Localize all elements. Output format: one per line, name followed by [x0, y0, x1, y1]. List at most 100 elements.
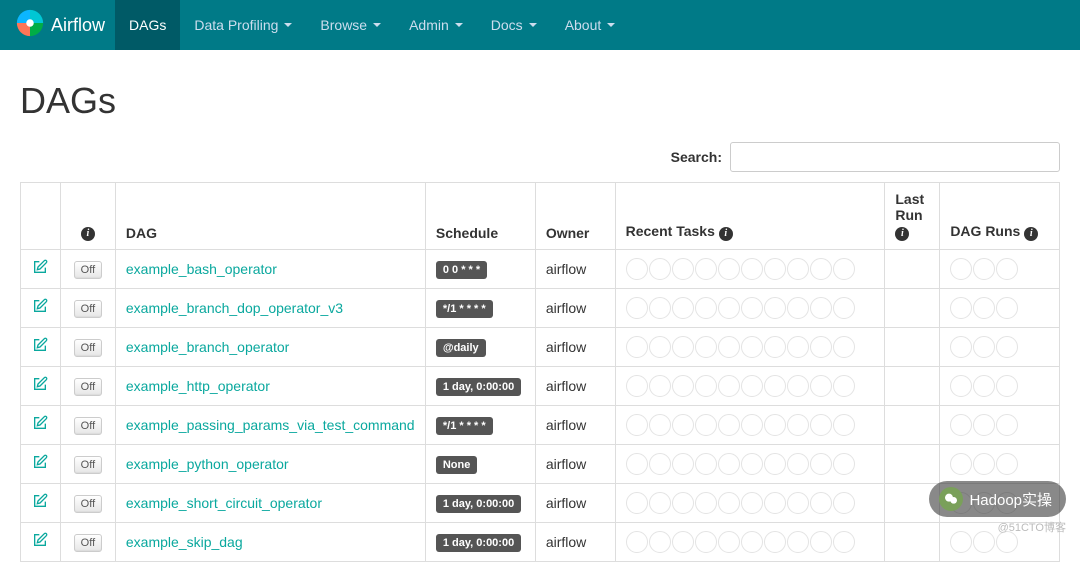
- status-circle[interactable]: [764, 492, 786, 514]
- status-circle[interactable]: [973, 492, 995, 514]
- nav-item-docs[interactable]: Docs: [477, 0, 551, 50]
- status-circle[interactable]: [741, 414, 763, 436]
- status-circle[interactable]: [810, 297, 832, 319]
- search-input[interactable]: [730, 142, 1060, 172]
- toggle-off-button[interactable]: Off: [74, 417, 102, 435]
- toggle-off-button[interactable]: Off: [74, 300, 102, 318]
- edit-icon[interactable]: [32, 376, 48, 397]
- status-circle[interactable]: [649, 336, 671, 358]
- status-circle[interactable]: [833, 336, 855, 358]
- status-circle[interactable]: [833, 453, 855, 475]
- edit-icon[interactable]: [32, 532, 48, 553]
- status-circle[interactable]: [741, 531, 763, 553]
- status-circle[interactable]: [649, 531, 671, 553]
- status-circle[interactable]: [973, 414, 995, 436]
- status-circle[interactable]: [787, 336, 809, 358]
- status-circle[interactable]: [950, 492, 972, 514]
- status-circle[interactable]: [950, 258, 972, 280]
- status-circle[interactable]: [810, 258, 832, 280]
- status-circle[interactable]: [718, 531, 740, 553]
- nav-item-about[interactable]: About: [551, 0, 630, 50]
- status-circle[interactable]: [833, 375, 855, 397]
- edit-icon[interactable]: [32, 493, 48, 514]
- status-circle[interactable]: [787, 492, 809, 514]
- status-circle[interactable]: [672, 453, 694, 475]
- status-circle[interactable]: [810, 375, 832, 397]
- status-circle[interactable]: [950, 453, 972, 475]
- status-circle[interactable]: [950, 297, 972, 319]
- status-circle[interactable]: [787, 297, 809, 319]
- status-circle[interactable]: [741, 297, 763, 319]
- status-circle[interactable]: [741, 375, 763, 397]
- status-circle[interactable]: [810, 492, 832, 514]
- status-circle[interactable]: [833, 492, 855, 514]
- status-circle[interactable]: [996, 297, 1018, 319]
- status-circle[interactable]: [764, 336, 786, 358]
- status-circle[interactable]: [973, 375, 995, 397]
- schedule-badge[interactable]: 0 0 * * *: [436, 261, 487, 279]
- dag-link[interactable]: example_http_operator: [126, 378, 270, 394]
- status-circle[interactable]: [810, 531, 832, 553]
- status-circle[interactable]: [626, 375, 648, 397]
- status-circle[interactable]: [672, 375, 694, 397]
- status-circle[interactable]: [718, 453, 740, 475]
- status-circle[interactable]: [996, 336, 1018, 358]
- status-circle[interactable]: [718, 375, 740, 397]
- status-circle[interactable]: [833, 297, 855, 319]
- status-circle[interactable]: [695, 492, 717, 514]
- status-circle[interactable]: [626, 414, 648, 436]
- status-circle[interactable]: [695, 258, 717, 280]
- status-circle[interactable]: [695, 375, 717, 397]
- status-circle[interactable]: [649, 492, 671, 514]
- toggle-off-button[interactable]: Off: [74, 339, 102, 357]
- status-circle[interactable]: [833, 531, 855, 553]
- status-circle[interactable]: [810, 336, 832, 358]
- status-circle[interactable]: [787, 414, 809, 436]
- dag-link[interactable]: example_skip_dag: [126, 534, 243, 550]
- schedule-badge[interactable]: 1 day, 0:00:00: [436, 495, 521, 513]
- status-circle[interactable]: [973, 258, 995, 280]
- status-circle[interactable]: [626, 531, 648, 553]
- schedule-badge[interactable]: None: [436, 456, 478, 474]
- status-circle[interactable]: [950, 531, 972, 553]
- status-circle[interactable]: [741, 453, 763, 475]
- status-circle[interactable]: [626, 336, 648, 358]
- edit-icon[interactable]: [32, 337, 48, 358]
- schedule-badge[interactable]: 1 day, 0:00:00: [436, 378, 521, 396]
- status-circle[interactable]: [973, 453, 995, 475]
- status-circle[interactable]: [787, 258, 809, 280]
- toggle-off-button[interactable]: Off: [74, 495, 102, 513]
- toggle-off-button[interactable]: Off: [74, 378, 102, 396]
- status-circle[interactable]: [996, 414, 1018, 436]
- col-dag[interactable]: DAG: [115, 183, 425, 250]
- dag-link[interactable]: example_branch_dop_operator_v3: [126, 300, 343, 316]
- dag-link[interactable]: example_bash_operator: [126, 261, 277, 277]
- status-circle[interactable]: [833, 258, 855, 280]
- status-circle[interactable]: [672, 531, 694, 553]
- edit-icon[interactable]: [32, 298, 48, 319]
- status-circle[interactable]: [787, 375, 809, 397]
- brand[interactable]: Airflow: [15, 8, 115, 43]
- status-circle[interactable]: [626, 453, 648, 475]
- schedule-badge[interactable]: */1 * * * *: [436, 300, 493, 318]
- status-circle[interactable]: [741, 336, 763, 358]
- toggle-off-button[interactable]: Off: [74, 261, 102, 279]
- status-circle[interactable]: [695, 453, 717, 475]
- status-circle[interactable]: [649, 297, 671, 319]
- status-circle[interactable]: [764, 375, 786, 397]
- status-circle[interactable]: [672, 258, 694, 280]
- status-circle[interactable]: [649, 375, 671, 397]
- edit-icon[interactable]: [32, 454, 48, 475]
- dag-link[interactable]: example_short_circuit_operator: [126, 495, 322, 511]
- nav-item-admin[interactable]: Admin: [395, 0, 477, 50]
- status-circle[interactable]: [695, 414, 717, 436]
- status-circle[interactable]: [718, 258, 740, 280]
- dag-link[interactable]: example_branch_operator: [126, 339, 289, 355]
- status-circle[interactable]: [996, 453, 1018, 475]
- status-circle[interactable]: [672, 492, 694, 514]
- edit-icon[interactable]: [32, 259, 48, 280]
- status-circle[interactable]: [833, 414, 855, 436]
- status-circle[interactable]: [672, 297, 694, 319]
- col-owner[interactable]: Owner: [535, 183, 615, 250]
- dag-link[interactable]: example_passing_params_via_test_command: [126, 417, 415, 433]
